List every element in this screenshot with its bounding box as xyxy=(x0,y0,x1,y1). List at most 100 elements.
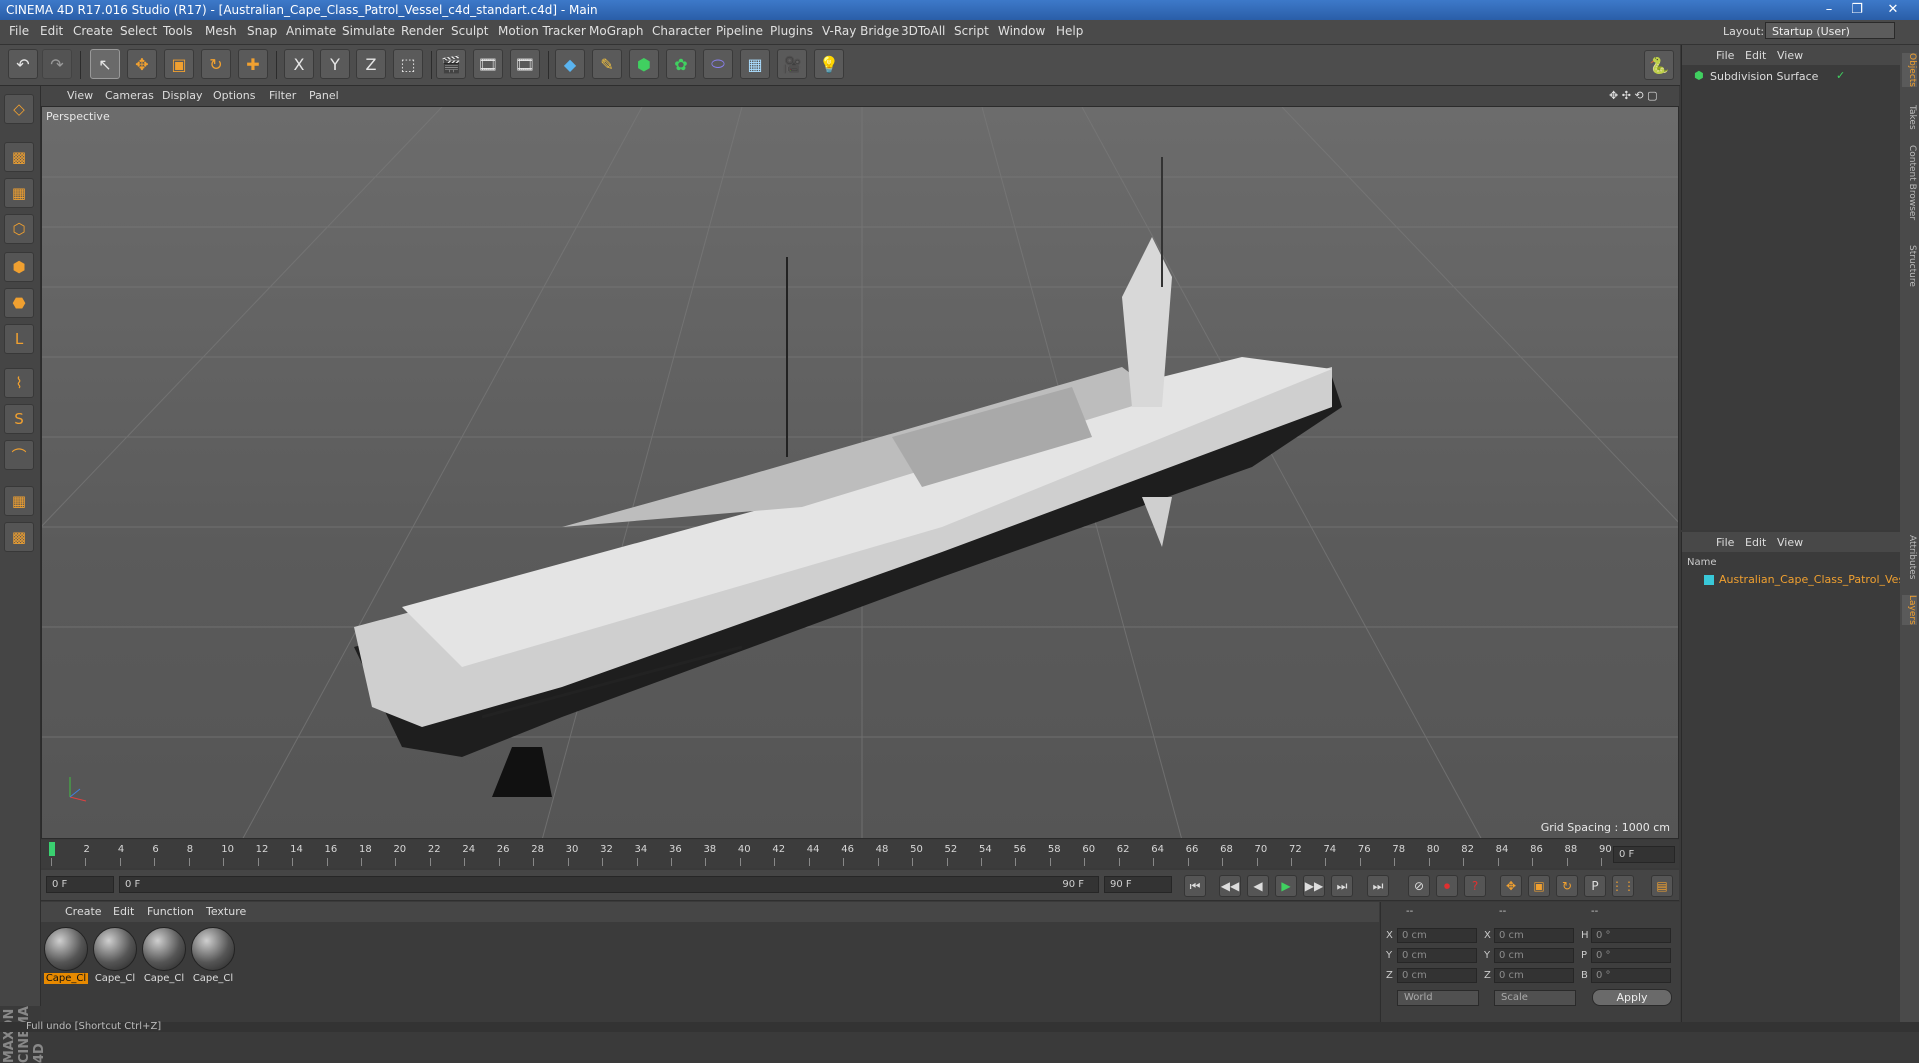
layout-select[interactable]: Startup (User) xyxy=(1765,22,1895,39)
rotate-icon[interactable]: ↻ xyxy=(201,49,231,79)
menu-window[interactable]: Window xyxy=(998,24,1045,38)
recent-tool-icon[interactable]: ✚ xyxy=(238,49,268,79)
timeline-window-icon[interactable]: ▤ xyxy=(1651,875,1673,897)
menu-mograph[interactable]: MoGraph xyxy=(589,24,644,38)
viewport-menu-panel[interactable]: Panel xyxy=(309,89,339,102)
menu-vray-bridge[interactable]: V-Ray Bridge xyxy=(822,24,899,38)
viewport-menu-options[interactable]: Options xyxy=(213,89,255,102)
edges-mode-icon[interactable]: ⬣ xyxy=(4,288,34,318)
rotation-h-field[interactable]: 0 ° xyxy=(1591,928,1671,943)
menu-tools[interactable]: Tools xyxy=(163,24,193,38)
menu-simulate[interactable]: Simulate xyxy=(342,24,395,38)
current-frame-field[interactable]: 0 F xyxy=(1613,846,1675,863)
cube-icon[interactable]: ◆ xyxy=(555,49,585,79)
coordinate-space-dropdown[interactable]: World xyxy=(1397,990,1479,1006)
tab-takes[interactable]: Takes xyxy=(1902,105,1917,130)
polygons-mode-icon[interactable]: L xyxy=(4,324,34,354)
apply-button[interactable]: Apply xyxy=(1592,989,1672,1006)
object-menu-edit[interactable]: Edit xyxy=(1745,49,1766,62)
position-y-field[interactable]: 0 cm xyxy=(1397,948,1477,963)
lock-workplane-icon[interactable]: ▦ xyxy=(4,486,34,516)
motion-record-icon[interactable]: ⊘ xyxy=(1408,875,1430,897)
object-menu-view[interactable]: View xyxy=(1777,49,1803,62)
size-x-field[interactable]: 0 cm xyxy=(1494,928,1574,943)
size-mode-dropdown[interactable]: Scale xyxy=(1494,990,1576,1006)
key-scale-icon[interactable]: ▣ xyxy=(1528,875,1550,897)
close-button[interactable]: ✕ xyxy=(1880,0,1906,20)
menu-animate[interactable]: Animate xyxy=(286,24,336,38)
menu-sculpt[interactable]: Sculpt xyxy=(451,24,488,38)
rotation-b-field[interactable]: 0 ° xyxy=(1591,968,1671,983)
menu-motion-tracker[interactable]: Motion Tracker xyxy=(498,24,586,38)
viewport-menu-cameras[interactable]: Cameras xyxy=(105,89,154,102)
render-view-icon[interactable]: 🎬 xyxy=(436,49,466,79)
layer-menu-view[interactable]: View xyxy=(1777,536,1803,549)
minimize-button[interactable]: – xyxy=(1816,0,1842,20)
deformer-icon[interactable]: ⬭ xyxy=(703,49,733,79)
tweak-mode-icon[interactable]: S xyxy=(4,404,34,434)
layer-menu-file[interactable]: File xyxy=(1716,536,1734,549)
material-swatch[interactable]: Cape_Cl xyxy=(44,927,88,985)
layer-color-swatch[interactable] xyxy=(1704,575,1714,585)
viewport-menu-filter[interactable]: Filter xyxy=(269,89,296,102)
size-z-field[interactable]: 0 cm xyxy=(1494,968,1574,983)
object-menu-file[interactable]: File xyxy=(1716,49,1734,62)
material-swatch[interactable]: Cape_Cl xyxy=(93,927,137,985)
menu-mesh[interactable]: Mesh xyxy=(205,24,237,38)
enabled-check-icon[interactable]: ✓ xyxy=(1836,69,1845,82)
size-y-field[interactable]: 0 cm xyxy=(1494,948,1574,963)
live-selection-icon[interactable]: ↖ xyxy=(90,49,120,79)
menu-file[interactable]: File xyxy=(9,24,29,38)
timeline-ruler[interactable]: 0246810121416182022242628303234363840424… xyxy=(41,840,1679,868)
spline-pen-icon[interactable]: ✎ xyxy=(592,49,622,79)
z-axis-button[interactable]: Z xyxy=(356,49,386,79)
planar-workplane-icon[interactable]: ▩ xyxy=(4,522,34,552)
tab-content-browser[interactable]: Content Browser xyxy=(1902,145,1917,220)
floor-icon[interactable]: ▦ xyxy=(740,49,770,79)
playhead-marker[interactable] xyxy=(49,842,55,856)
texture-mode-icon[interactable]: ▦ xyxy=(4,178,34,208)
subdivision-surface-icon[interactable]: ⬢ xyxy=(629,49,659,79)
position-x-field[interactable]: 0 cm xyxy=(1397,928,1477,943)
camera-icon[interactable]: 🎥 xyxy=(777,49,807,79)
key-rotation-icon[interactable]: ↻ xyxy=(1556,875,1578,897)
menu-select[interactable]: Select xyxy=(120,24,157,38)
viewport-menu-display[interactable]: Display xyxy=(162,89,203,102)
axis-mode-icon[interactable]: ⌇ xyxy=(4,368,34,398)
menu-pipeline[interactable]: Pipeline xyxy=(716,24,763,38)
position-z-field[interactable]: 0 cm xyxy=(1397,968,1477,983)
key-position-icon[interactable]: ✥ xyxy=(1500,875,1522,897)
workplane-icon[interactable]: ⬡ xyxy=(4,214,34,244)
rotation-p-field[interactable]: 0 ° xyxy=(1591,948,1671,963)
menu-3dtoall[interactable]: 3DToAll xyxy=(901,24,945,38)
points-mode-icon[interactable]: ⬢ xyxy=(4,252,34,282)
coordinate-system-icon[interactable]: ⬚ xyxy=(393,49,423,79)
material-menu-function[interactable]: Function xyxy=(147,905,194,918)
scale-icon[interactable]: ▣ xyxy=(164,49,194,79)
python-icon[interactable]: 🐍 xyxy=(1644,50,1674,80)
maximize-button[interactable]: ❐ xyxy=(1844,0,1870,20)
end-frame-field[interactable]: 90 F xyxy=(1104,876,1172,893)
light-icon[interactable]: 💡 xyxy=(814,49,844,79)
next-frame-icon[interactable]: ▶▶ xyxy=(1303,875,1325,897)
material-menu-texture[interactable]: Texture xyxy=(206,905,246,918)
prev-frame-icon[interactable]: ◀ xyxy=(1247,875,1269,897)
menu-render[interactable]: Render xyxy=(401,24,444,38)
tab-layers[interactable]: Layers xyxy=(1902,595,1917,625)
preview-range-slider[interactable]: 0 F 90 F xyxy=(119,876,1099,893)
menu-character[interactable]: Character xyxy=(652,24,711,38)
model-mode-icon[interactable]: ▩ xyxy=(4,142,34,172)
x-axis-button[interactable]: X xyxy=(284,49,314,79)
menu-help[interactable]: Help xyxy=(1056,24,1083,38)
object-row[interactable]: ⬢ Subdivision Surface ✓ xyxy=(1686,69,1896,85)
make-editable-icon[interactable]: ◇ xyxy=(4,94,34,124)
array-icon[interactable]: ✿ xyxy=(666,49,696,79)
tab-attributes[interactable]: Attributes xyxy=(1902,535,1917,579)
next-key-icon[interactable]: ⏭ xyxy=(1331,875,1353,897)
snap-icon[interactable]: ⌒ xyxy=(4,440,34,470)
menu-create[interactable]: Create xyxy=(73,24,113,38)
redo-button[interactable]: ↷ xyxy=(42,49,72,79)
viewport-menu-view[interactable]: View xyxy=(67,89,93,102)
material-swatch[interactable]: Cape_Cl xyxy=(142,927,186,985)
key-parameter-icon[interactable]: P xyxy=(1584,875,1606,897)
